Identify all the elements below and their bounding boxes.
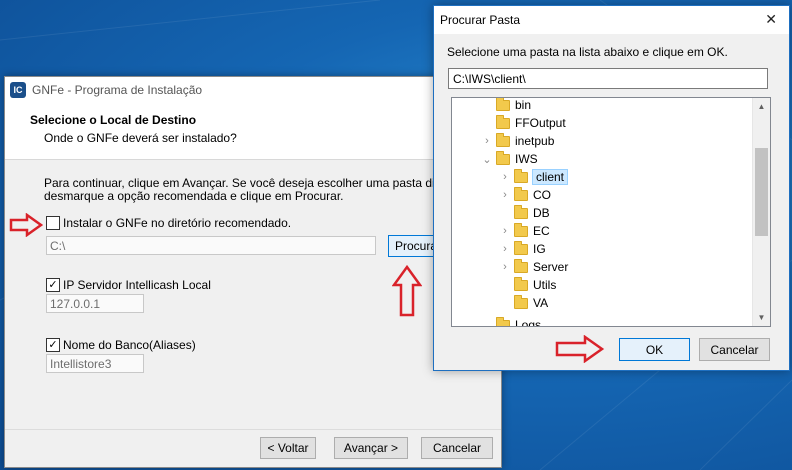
intro-text: Para continuar, clique em Avançar. Se vo… [44,176,475,203]
installer-header: Selecione o Local de Destino Onde o GNFe… [5,103,501,160]
folder-tree[interactable]: bin FFOutput › inetpub ⌄ IWS › client › … [451,97,771,327]
db-name-checkbox[interactable]: ✓ [46,338,60,352]
back-button[interactable]: < Voltar [260,437,316,459]
tree-item-ec[interactable]: › EC [500,222,550,240]
chevron-right-icon[interactable]: › [500,171,510,183]
recommended-dir-checkbox[interactable] [46,216,60,230]
scroll-up-icon[interactable]: ▲ [753,98,770,115]
chevron-right-icon[interactable]: › [482,135,492,147]
dialog-titlebar: Procurar Pasta ✕ [434,6,789,34]
folder-icon [514,222,528,237]
tree-item-ffoutput[interactable]: FFOutput [482,114,566,132]
folder-icon [514,294,528,309]
chevron-down-icon[interactable]: ⌄ [482,153,492,166]
folder-icon [496,114,510,129]
arrow-up-icon [392,265,422,317]
tree-item-label: Utils [533,278,557,292]
tree-item-va[interactable]: VA [500,294,548,312]
tree-item-ig[interactable]: › IG [500,240,546,258]
folder-icon [514,258,528,273]
tree-item-server[interactable]: › Server [500,258,568,276]
tree-item-label: VA [533,296,549,310]
recommended-dir-label: Instalar o GNFe no diretório recomendado… [63,216,292,230]
chevron-right-icon[interactable]: › [500,261,510,273]
folder-icon [496,316,510,326]
page-title: Selecione o Local de Destino [30,113,197,127]
tree-item-label: DB [533,206,550,220]
tree-item-label: EC [533,224,550,238]
folder-icon [514,240,528,255]
folder-icon [496,98,510,111]
arrow-right-icon [555,335,605,363]
tree-item-label: bin [515,98,532,112]
dialog-message: Selecione uma pasta na lista abaixo e cl… [447,45,728,59]
dialog-cancel-button[interactable]: Cancelar [699,338,770,361]
installer-window: IC GNFe - Programa de Instalação Selecio… [4,76,502,468]
close-icon[interactable]: ✕ [765,11,777,28]
app-icon: IC [10,82,26,98]
tree-item-logs[interactable]: Logs [482,316,542,327]
ok-button[interactable]: OK [619,338,690,361]
db-name-input[interactable]: Intellistore3 [46,354,144,373]
installer-footer: < Voltar Avançar > Cancelar [5,429,501,467]
tree-item-iws[interactable]: ⌄ IWS [482,150,538,168]
dialog-title: Procurar Pasta [440,13,521,27]
db-name-label: Nome do Banco(Aliases) [63,338,196,352]
tree-item-client[interactable]: › client [500,168,569,186]
scroll-thumb[interactable] [755,148,768,236]
tree-item-inetpub[interactable]: › inetpub [482,132,554,150]
installer-body: Para continuar, clique em Avançar. Se vo… [5,160,501,430]
arrow-right-icon [9,213,43,237]
cancel-button[interactable]: Cancelar [421,437,493,459]
installer-title: GNFe - Programa de Instalação [32,83,203,97]
next-button[interactable]: Avançar > [334,437,408,459]
folder-icon [514,168,528,183]
tree-scrollbar[interactable]: ▲ ▼ [752,98,770,326]
recommended-dir-checkbox-row[interactable]: Instalar o GNFe no diretório recomendado… [46,216,291,230]
tree-item-co[interactable]: › CO [500,186,551,204]
chevron-right-icon[interactable]: › [500,243,510,255]
tree-item-utils[interactable]: Utils [500,276,556,294]
tree-item-label: FFOutput [515,116,566,130]
folder-icon [514,204,528,219]
tree-item-db[interactable]: DB [500,204,550,222]
browse-folder-dialog: Procurar Pasta ✕ Selecione uma pasta na … [433,5,790,371]
folder-icon [496,150,510,165]
folder-icon [514,276,528,291]
install-path-input[interactable]: C:\ [46,236,376,255]
chevron-right-icon[interactable]: › [500,189,510,201]
tree-item-label: IWS [515,152,538,166]
folder-path-input[interactable]: C:\IWS\client\ [448,68,768,89]
installer-titlebar: IC GNFe - Programa de Instalação [5,77,501,103]
ip-server-label: IP Servidor Intellicash Local [63,278,211,292]
tree-item-label: client [531,169,569,185]
chevron-right-icon[interactable]: › [500,225,510,237]
folder-icon [514,186,528,201]
ip-server-input[interactable]: 127.0.0.1 [46,294,144,313]
tree-item-label: Server [533,260,569,274]
scroll-down-icon[interactable]: ▼ [753,309,770,326]
tree-item-bin[interactable]: bin [482,98,532,114]
tree-item-label: inetpub [515,134,555,148]
ip-server-checkbox[interactable]: ✓ [46,278,60,292]
folder-icon [496,132,510,147]
db-name-checkbox-row[interactable]: ✓ Nome do Banco(Aliases) [46,338,196,352]
ip-server-checkbox-row[interactable]: ✓ IP Servidor Intellicash Local [46,278,211,292]
tree-item-label: CO [533,188,551,202]
tree-item-label: Logs [515,318,542,327]
tree-item-label: IG [533,242,546,256]
